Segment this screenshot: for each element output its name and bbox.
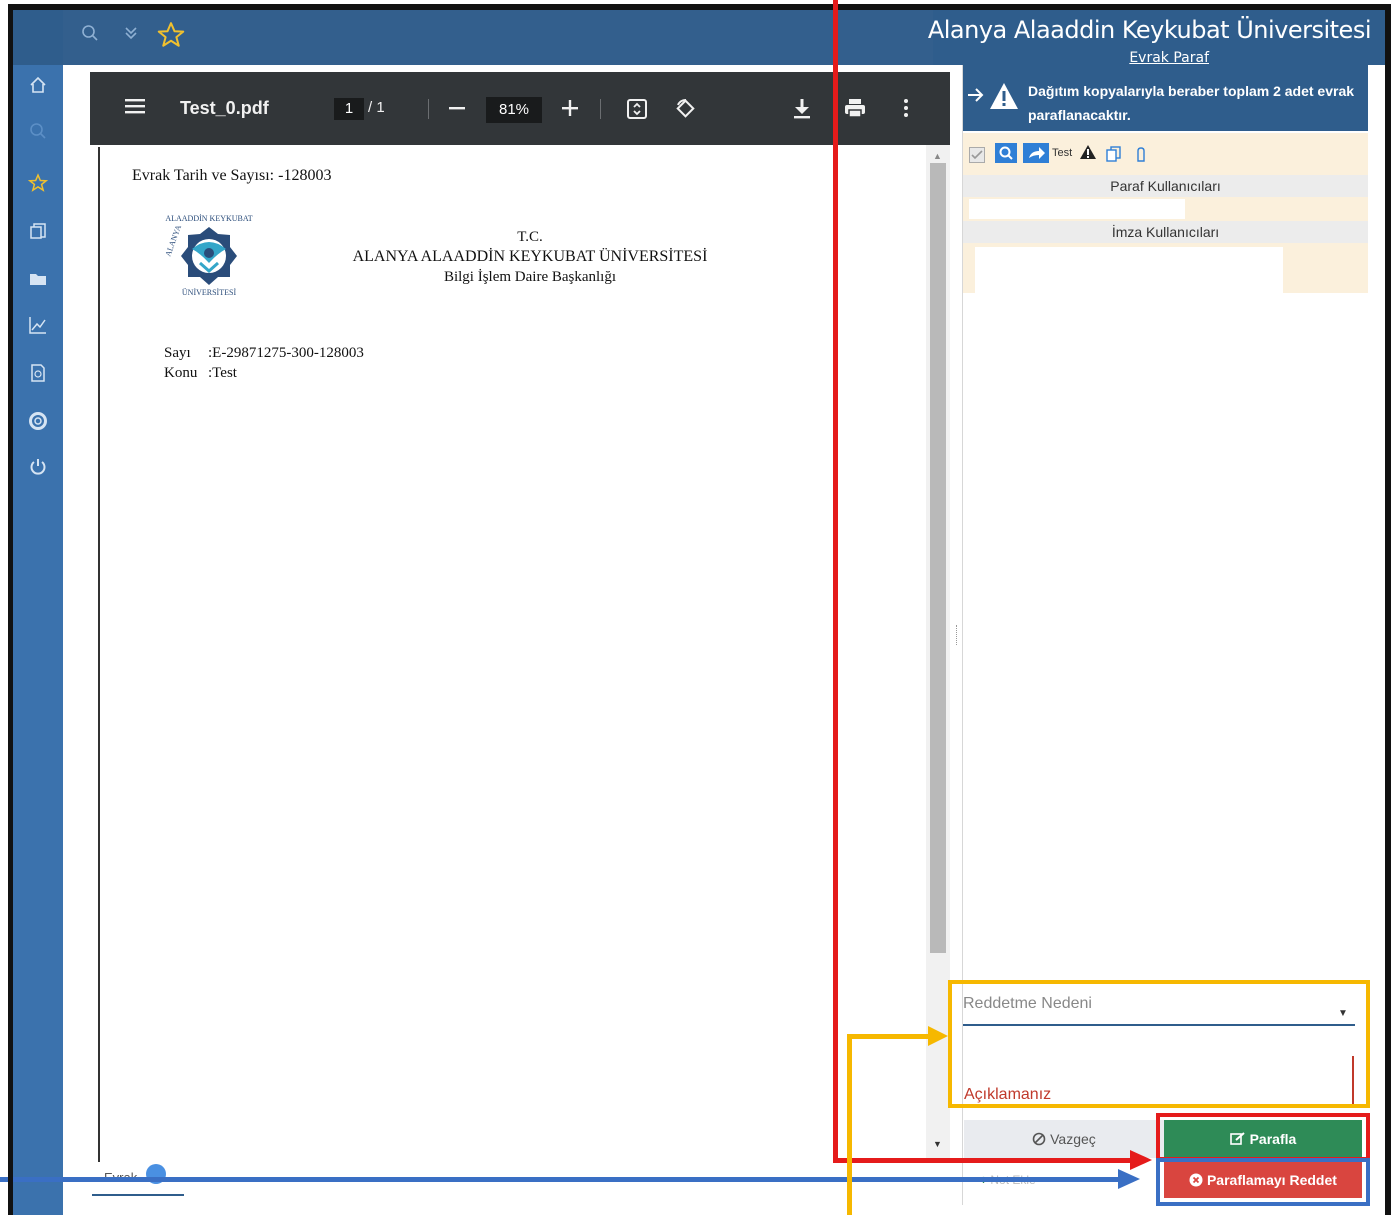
menu-icon[interactable] [124,96,146,121]
share-icon[interactable] [1023,143,1049,163]
yellow-arrow-head [928,1026,948,1046]
pdf-toolbar: Test_0.pdf 1 / 1 81% [90,72,950,145]
toolbar-divider [600,99,601,119]
document-header-line3: Bilgi İşlem Daire Başkanlığı [443,269,617,285]
document-tab-strip: Evrak [90,1162,950,1202]
notice-text: Dağıtım kopyalarıyla beraber toplam 2 ad… [1028,83,1355,123]
frame-border-right [1385,4,1391,1215]
pdf-content-area: Evrak Tarih ve Sayısı: -128003 ALAADDİN … [90,145,950,1162]
zoom-level-input[interactable]: 81% [486,97,542,123]
logo-text-left: ALANYA [163,223,183,257]
zoom-in-icon[interactable] [560,98,580,123]
fit-page-icon[interactable] [626,98,648,125]
users-section: Test Paraf Kullanıcıları İmza Kullanıcıl… [963,133,1368,293]
star-icon[interactable] [156,20,186,55]
folder-icon[interactable] [27,269,49,291]
paraf-highlight-box [1156,1113,1370,1161]
reject-highlight-box [1156,1158,1370,1206]
copy-document-icon[interactable] [1105,145,1123,168]
double-chevron-down-icon[interactable] [123,24,139,47]
red-arrow-line [833,0,838,1163]
search-icon[interactable] [27,121,49,143]
frame-border-left [8,4,13,1215]
document-icon[interactable] [27,363,49,385]
red-arrow-head [1130,1150,1152,1170]
imza-users-header: İmza Kullanıcıları [963,221,1368,243]
download-icon[interactable] [792,97,812,124]
konu-label: Konu [164,365,198,381]
red-arrow-line [833,1158,1133,1163]
panel-splitter[interactable] [956,625,959,645]
pdf-page: Evrak Tarih ve Sayısı: -128003 ALAADDİN … [98,147,920,1162]
yellow-arrow-line [847,1034,852,1215]
dropdown-caret-icon[interactable]: ▼ [1338,1008,1348,1019]
print-icon[interactable] [844,97,866,124]
copy-icon[interactable] [27,221,49,243]
cancel-button-label: Vazgeç [1050,1131,1096,1147]
page-number-input[interactable]: 1 [334,98,364,120]
scroll-up-icon[interactable]: ▲ [933,151,942,161]
app-window: Alanya Alaaddin Keykubat Üniversitesi Ev… [0,0,1391,1215]
tab-active-underline [92,1194,184,1196]
comment-field-border [1352,1056,1354,1104]
yellow-arrow-line [847,1034,932,1039]
document-date-number: Evrak Tarih ve Sayısı: -128003 [132,167,332,184]
document-header-line1: T.C. [517,229,543,245]
top-bar-toolbar [63,10,933,65]
sayi-value: :E-29871275-300-128003 [208,345,364,361]
power-icon[interactable] [27,457,49,479]
select-checkbox[interactable] [969,147,985,163]
reject-reason-select[interactable]: Reddetme Nedeni [963,995,1092,1013]
warning-icon [989,82,1019,115]
zoom-out-icon[interactable] [447,98,467,123]
pdf-scrollbar-thumb[interactable] [930,163,946,953]
paraf-users-header: Paraf Kullanıcıları [963,175,1368,197]
star-icon[interactable] [27,173,49,195]
logo-text-bottom: ÜNİVERSİTESİ [182,288,237,297]
sidebar [13,65,63,1215]
page-subtitle[interactable]: Evrak Paraf [1129,50,1209,66]
arrow-right-icon[interactable] [967,87,985,108]
lifebuoy-icon[interactable] [27,411,49,433]
paraf-users-list [969,199,1185,219]
toolbar-divider [428,99,429,119]
warning-small-icon [1079,144,1097,165]
home-icon[interactable] [27,75,49,97]
university-logo: ALAADDİN KEYKUBAT ALANYA ÜNİVERSİTESİ [160,205,258,303]
file-tag: Test [1052,147,1073,159]
scroll-down-icon[interactable]: ▼ [933,1139,942,1149]
more-options-icon[interactable] [902,98,910,123]
konu-value: :Test [208,365,237,381]
pdf-viewer: Test_0.pdf 1 / 1 81% Evrak Tarih ve Sayı… [90,72,950,1162]
notice-banner: Dağıtım kopyalarıyla beraber toplam 2 ad… [963,65,1368,131]
reject-reason-underline [963,1024,1355,1026]
document-meta: Sayı :E-29871275-300-128003 Konu :Test [164,343,364,383]
search-icon[interactable] [81,24,99,47]
imza-users-list [975,247,1283,293]
document-header-line2: ALANYA ALAADDİN KEYKUBAT ÜNİVERSİTESİ [352,248,708,265]
university-title: Alanya Alaaddin Keykubat Üniversitesi [927,16,1372,44]
ban-icon [1032,1131,1050,1147]
pdf-file-name: Test_0.pdf [180,98,269,118]
sayi-label: Sayı [164,345,191,361]
page-total: / 1 [368,99,385,116]
blue-arrow-line [0,1177,1120,1182]
logo-text-top: ALAADDİN KEYKUBAT [165,214,252,223]
preview-search-icon[interactable] [995,143,1017,163]
chart-icon[interactable] [27,315,49,337]
blue-arrow-head [1118,1169,1140,1189]
touch-icon[interactable] [1133,145,1149,168]
top-bar: Alanya Alaaddin Keykubat Üniversitesi Ev… [13,10,1385,66]
comment-field[interactable]: Açıklamanız [964,1086,1051,1104]
document-header: T.C. ALANYA ALAADDİN KEYKUBAT ÜNİVERSİTE… [320,227,740,287]
rotate-icon[interactable] [674,97,698,126]
